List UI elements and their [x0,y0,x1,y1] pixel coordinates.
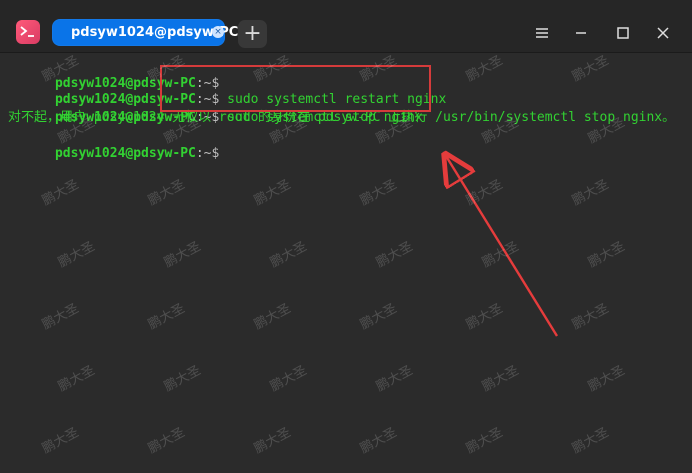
new-tab-button[interactable]: + [238,20,267,48]
terminal-glyph-icon [20,26,34,37]
title-bar: pdsyw1024@pdsyw-PC: ~ × + [0,0,692,53]
close-icon[interactable] [654,24,674,44]
terminal-app-icon [16,20,40,44]
plus-icon: + [243,21,262,46]
tab-title: pdsyw1024@pdsyw-PC: ~ [71,25,259,40]
maximize-icon[interactable] [614,24,634,44]
annotation-arrow [0,53,559,337]
minimize-icon[interactable] [572,24,592,44]
terminal-tab[interactable]: pdsyw1024@pdsyw-PC: ~ × [52,19,259,46]
tab-close-icon[interactable]: × [212,26,224,38]
terminal-content[interactable]: pdsyw1024@pdsyw-PC:~$ pdsyw1024@pdsyw-PC… [0,53,692,473]
terminal-window: pdsyw1024@pdsyw-PC: ~ × + pdsyw1024@pdsy… [0,0,692,473]
menu-icon[interactable] [533,24,553,44]
